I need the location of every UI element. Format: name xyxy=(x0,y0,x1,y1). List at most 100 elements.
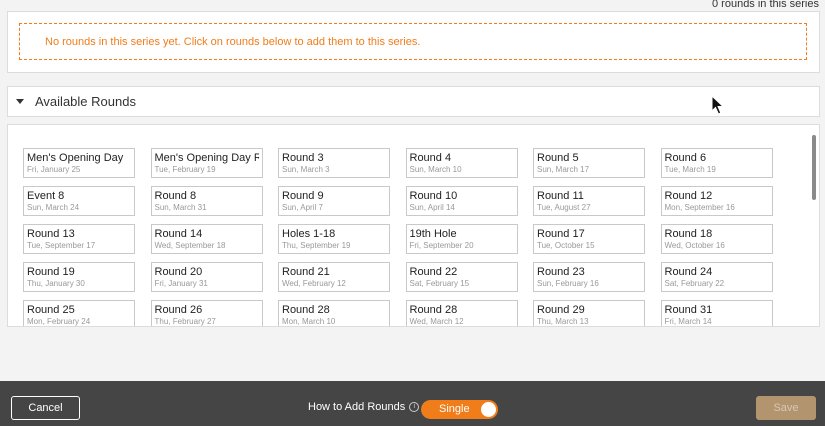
round-date: Fri, March 14 xyxy=(664,317,712,326)
round-date: Sun, March 10 xyxy=(409,165,462,174)
round-name: Round 24 xyxy=(664,266,713,278)
round-name: 19th Hole xyxy=(409,228,457,240)
series-dropzone: No rounds in this series yet. Click on r… xyxy=(19,23,807,60)
round-name: Round 19 xyxy=(27,266,75,278)
round-date: Wed, October 16 xyxy=(664,241,725,250)
round-date: Fri, January 25 xyxy=(27,165,81,174)
round-tile[interactable]: Round 5 Sun, March 17 xyxy=(533,148,645,178)
round-date: Sun, March 17 xyxy=(537,165,590,174)
round-tile[interactable]: Round 3 Sun, March 3 xyxy=(278,148,390,178)
round-tile[interactable]: Round 11 Tue, August 27 xyxy=(533,186,645,216)
round-name: Round 28 xyxy=(282,304,330,316)
round-tile[interactable]: Round 13 Tue, September 17 xyxy=(23,224,135,254)
round-tile[interactable]: Round 18 Wed, October 16 xyxy=(660,224,773,254)
round-tile[interactable]: Round 19 Thu, January 30 xyxy=(23,262,135,292)
round-date: Thu, March 13 xyxy=(537,317,589,326)
round-name: Event 8 xyxy=(27,190,65,202)
round-tile[interactable]: Round 24 Sat, February 22 xyxy=(660,262,773,292)
round-tile[interactable]: Men's Opening Day Fri, January 25 xyxy=(23,148,135,178)
add-mode-toggle-label: Single xyxy=(439,403,470,415)
round-date: Tue, August 27 xyxy=(537,203,591,212)
add-mode-toggle[interactable]: Single xyxy=(421,400,498,419)
round-date: Wed, September 18 xyxy=(154,241,226,250)
round-name: Round 6 xyxy=(664,152,707,164)
round-date: Thu, September 19 xyxy=(282,241,351,250)
round-date: Sun, April 7 xyxy=(282,203,323,212)
round-date: Thu, January 30 xyxy=(27,279,85,288)
available-rounds-title: Available Rounds xyxy=(35,94,136,109)
save-button[interactable]: Save xyxy=(756,396,816,420)
round-tile[interactable]: Round 26 Thu, February 27 xyxy=(150,300,263,326)
round-tile[interactable]: Round 31 Fri, March 14 xyxy=(660,300,773,326)
round-name: Round 17 xyxy=(537,228,585,240)
round-name: Round 12 xyxy=(664,190,713,202)
round-date: Tue, March 19 xyxy=(664,165,716,174)
round-date: Sun, March 31 xyxy=(154,203,207,212)
rounds-count: 0 rounds in this series xyxy=(712,0,819,10)
round-tile[interactable]: Round 9 Sun, April 7 xyxy=(278,186,390,216)
round-tile[interactable]: Men's Opening Day Rc Tue, February 19 xyxy=(150,148,263,178)
rounds-grid: Men's Opening Day Fri, January 25 Men's Op… xyxy=(23,148,773,326)
round-date: Tue, October 15 xyxy=(537,241,595,250)
series-panel: No rounds in this series yet. Click on r… xyxy=(7,11,820,73)
round-tile[interactable]: Round 12 Mon, September 16 xyxy=(660,186,773,216)
round-name: Round 8 xyxy=(154,190,197,202)
round-name: Round 28 xyxy=(409,304,458,316)
round-name: Round 21 xyxy=(282,266,330,278)
round-tile[interactable]: Event 8 Sun, March 24 xyxy=(23,186,135,216)
round-tile[interactable]: Round 6 Tue, March 19 xyxy=(660,148,773,178)
round-name: Round 5 xyxy=(537,152,579,164)
round-date: Mon, February 24 xyxy=(27,317,91,326)
round-tile[interactable]: Round 10 Sun, April 14 xyxy=(405,186,518,216)
round-tile[interactable]: 19th Hole Fri, September 20 xyxy=(405,224,518,254)
round-tile[interactable]: Round 17 Tue, October 15 xyxy=(533,224,645,254)
round-tile[interactable]: Round 14 Wed, September 18 xyxy=(150,224,263,254)
round-tile[interactable]: Round 22 Sat, February 15 xyxy=(405,262,518,292)
round-date: Sat, February 22 xyxy=(664,279,725,288)
round-tile[interactable]: Round 28 Wed, March 12 xyxy=(405,300,518,326)
info-icon[interactable]: i xyxy=(409,402,420,412)
round-date: Sat, February 15 xyxy=(409,279,470,288)
round-tile[interactable]: Round 28 Mon, March 10 xyxy=(278,300,390,326)
round-tile[interactable]: Round 8 Sun, March 31 xyxy=(150,186,263,216)
round-tile[interactable]: Round 21 Wed, February 12 xyxy=(278,262,390,292)
mouse-pointer-icon xyxy=(711,95,725,115)
round-name: Round 23 xyxy=(537,266,585,278)
available-rounds-header[interactable]: Available Rounds xyxy=(7,86,820,117)
round-date: Wed, February 12 xyxy=(282,279,346,288)
round-date: Tue, September 17 xyxy=(27,241,96,250)
round-name: Round 25 xyxy=(27,304,75,316)
round-name: Round 22 xyxy=(409,266,458,278)
caret-down-icon xyxy=(16,99,24,104)
round-name: Round 31 xyxy=(664,304,713,316)
cancel-button[interactable]: Cancel xyxy=(11,396,80,420)
round-name: Round 10 xyxy=(409,190,458,202)
round-name: Round 13 xyxy=(27,228,75,240)
round-name: Round 4 xyxy=(409,152,452,164)
how-to-add-rounds: How to Add Rounds i xyxy=(308,401,420,413)
round-tile[interactable]: Round 25 Mon, February 24 xyxy=(23,300,135,326)
round-tile[interactable]: Round 23 Sun, February 16 xyxy=(533,262,645,292)
round-date: Fri, September 20 xyxy=(409,241,474,250)
round-name: Round 26 xyxy=(154,304,203,316)
round-name: Men's Opening Day Rc xyxy=(154,152,259,164)
add-rounds-dialog: 0 rounds in this series No rounds in thi… xyxy=(0,0,825,426)
available-rounds-panel: Men's Opening Day Fri, January 25 Men's Op… xyxy=(7,124,820,327)
round-tile[interactable]: Holes 1-18 Thu, September 19 xyxy=(278,224,390,254)
round-name: Round 9 xyxy=(282,190,324,202)
dialog-footer: Cancel How to Add Rounds i Single Save xyxy=(0,381,825,426)
rounds-scrollbar[interactable] xyxy=(812,135,816,200)
round-date: Sun, March 24 xyxy=(27,203,80,212)
round-tile[interactable]: Round 4 Sun, March 10 xyxy=(405,148,518,178)
round-tile[interactable]: Round 29 Thu, March 13 xyxy=(533,300,645,326)
round-date: Sun, February 16 xyxy=(537,279,599,288)
round-date: Wed, March 12 xyxy=(409,317,464,326)
round-name: Round 18 xyxy=(664,228,713,240)
round-date: Sun, April 14 xyxy=(409,203,455,212)
round-date: Thu, February 27 xyxy=(154,317,216,326)
round-name: Round 11 xyxy=(537,190,584,202)
round-name: Round 29 xyxy=(537,304,585,316)
round-date: Fri, January 31 xyxy=(154,279,208,288)
round-date: Sun, March 3 xyxy=(282,165,330,174)
round-tile[interactable]: Round 20 Fri, January 31 xyxy=(150,262,263,292)
